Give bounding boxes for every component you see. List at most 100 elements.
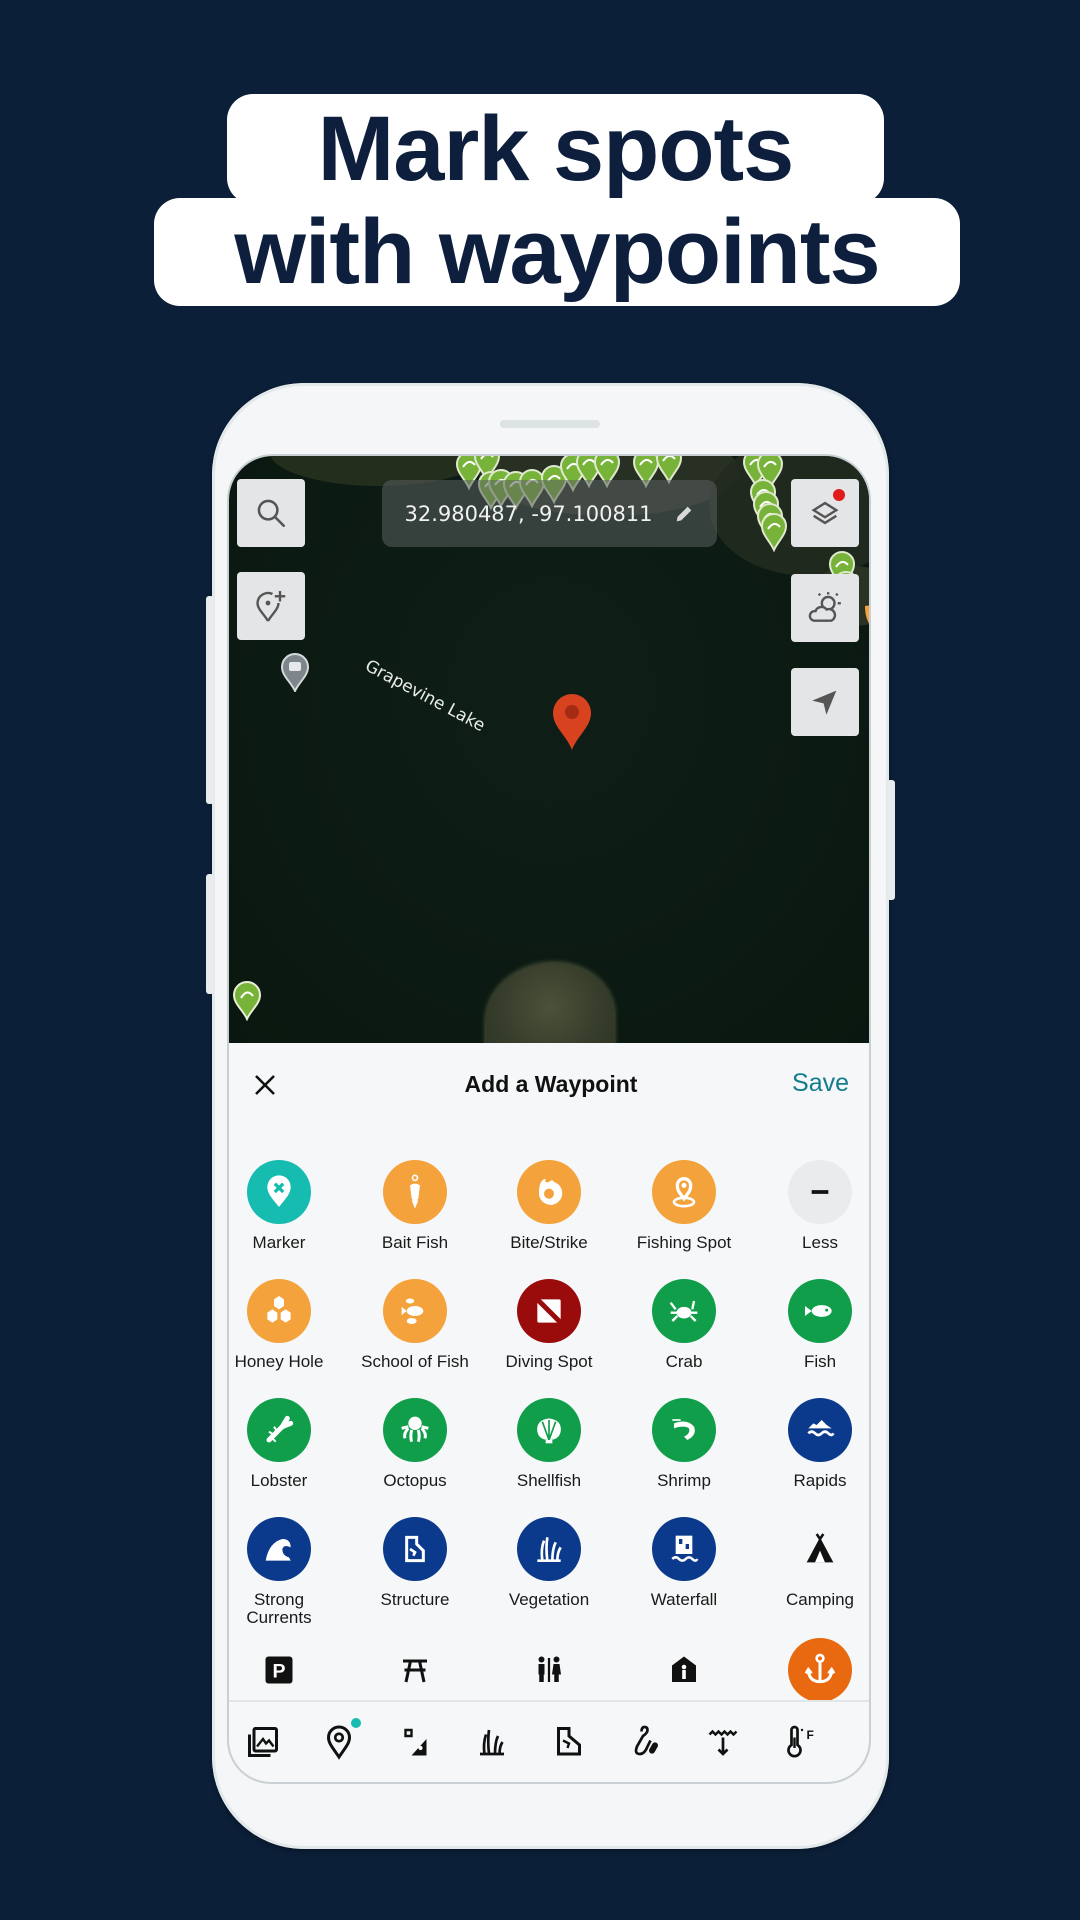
category-label: Lobster <box>250 1471 308 1490</box>
category-crab[interactable]: Crab <box>616 1279 752 1371</box>
app-screen: Grapevine Lake 32.980487, -97.100811 Add… <box>227 454 871 1784</box>
category-icon-circle <box>247 1517 311 1581</box>
lobster-icon <box>266 1415 294 1443</box>
temperature-tool-button[interactable]: F <box>779 1722 819 1762</box>
phone-volume-button <box>206 596 214 804</box>
marker-icon <box>267 1175 291 1207</box>
category-label: Fishing Spot <box>636 1233 732 1252</box>
svg-text:P: P <box>272 1661 285 1683</box>
layers-icon <box>811 501 839 525</box>
map-view[interactable]: Grapevine Lake 32.980487, -97.100811 <box>229 456 871 1043</box>
gray-waypoint-pin[interactable] <box>280 652 310 692</box>
tent-icon <box>806 1533 834 1563</box>
category-shrimp[interactable]: Shrimp <box>616 1398 752 1490</box>
add-waypoint-button[interactable] <box>237 572 305 640</box>
cluster-waypoint-pin[interactable] <box>655 456 683 485</box>
headline-line-1: Mark spots <box>227 94 884 204</box>
coordinates-display[interactable]: 32.980487, -97.100811 <box>382 480 717 547</box>
shelter-amenity-button[interactable] <box>652 1638 716 1702</box>
svg-text:F: F <box>807 1728 814 1742</box>
category-structure[interactable]: Structure <box>347 1517 483 1609</box>
location-pin-tool-button[interactable] <box>319 1718 361 1762</box>
category-less[interactable]: Less <box>752 1160 869 1252</box>
photos-tool-button[interactable] <box>243 1722 283 1762</box>
location-pin-icon <box>326 1725 352 1760</box>
category-icon-circle <box>788 1517 852 1581</box>
category-icon-circle <box>788 1160 852 1224</box>
selected-location-pin[interactable] <box>551 692 593 752</box>
category-fish[interactable]: Fish <box>752 1279 869 1371</box>
toolbar-divider <box>229 1700 869 1702</box>
layers-notification-dot <box>833 489 845 501</box>
save-button[interactable]: Save <box>792 1069 849 1098</box>
category-bait-fish[interactable]: Bait Fish <box>347 1160 483 1252</box>
photos-icon <box>248 1727 278 1757</box>
shrimp-icon <box>672 1419 695 1440</box>
orange-waypoint-pin[interactable] <box>865 605 871 636</box>
layers-button[interactable] <box>791 479 859 547</box>
category-vegetation[interactable]: Vegetation <box>481 1517 617 1609</box>
cluster-waypoint-pin[interactable] <box>760 513 788 553</box>
category-school-of-fish[interactable]: School of Fish <box>347 1279 483 1371</box>
my-location-button[interactable] <box>791 668 859 736</box>
category-octopus[interactable]: Octopus <box>347 1398 483 1490</box>
depth-tool-button[interactable] <box>703 1722 743 1762</box>
category-lobster[interactable]: Lobster <box>229 1398 347 1490</box>
green-waypoint-pin[interactable] <box>232 979 262 1021</box>
category-label: Strong Currents <box>246 1590 312 1627</box>
category-icon-circle <box>788 1398 852 1462</box>
restroom-icon <box>538 1656 561 1682</box>
coordinates-text: 32.980487, -97.100811 <box>404 501 653 526</box>
diving-flag-icon <box>535 1297 563 1325</box>
lure-tool-button[interactable] <box>626 1722 666 1762</box>
honey-hole-icon <box>267 1296 291 1323</box>
category-marker[interactable]: Marker <box>229 1160 347 1252</box>
anchor-amenity-button[interactable] <box>788 1638 852 1702</box>
category-diving-spot[interactable]: Diving Spot <box>481 1279 617 1371</box>
edit-pencil-icon[interactable] <box>673 503 695 525</box>
category-icon-circle <box>652 1398 716 1462</box>
category-label: Shellfish <box>516 1471 582 1490</box>
category-fishing-spot[interactable]: Fishing Spot <box>616 1160 752 1252</box>
bottom-type-tool-button[interactable] <box>396 1722 436 1762</box>
minus-icon <box>811 1190 829 1194</box>
search-icon <box>257 499 286 528</box>
structure-outline-tool-button[interactable] <box>549 1722 589 1762</box>
category-icon-circle <box>652 1517 716 1581</box>
category-label: Less <box>802 1233 838 1252</box>
category-rapids[interactable]: Rapids <box>752 1398 869 1490</box>
category-icon-circle <box>383 1517 447 1581</box>
temperature-icon: F <box>787 1725 814 1758</box>
fish-icon <box>805 1305 832 1317</box>
category-icon-circle <box>652 1160 716 1224</box>
fishing-spot-icon <box>672 1177 696 1208</box>
category-icon-circle <box>247 1398 311 1462</box>
weather-icon <box>808 592 841 622</box>
category-label: Fish <box>803 1352 837 1371</box>
category-label: Waterfall <box>650 1590 718 1609</box>
picnic-table-icon <box>403 1659 427 1683</box>
category-label: Honey Hole <box>234 1352 324 1371</box>
parking-amenity-button[interactable]: P <box>247 1638 311 1702</box>
category-camping[interactable]: Camping <box>752 1517 869 1609</box>
restroom-amenity-button[interactable] <box>517 1638 581 1702</box>
bite-strike-icon <box>538 1178 563 1205</box>
vegetation-outline-tool-button[interactable] <box>472 1722 512 1762</box>
picnic-table-amenity-button[interactable] <box>383 1638 447 1702</box>
category-strong-currents[interactable]: Strong Currents <box>229 1517 347 1627</box>
category-label: Marker <box>252 1233 306 1252</box>
category-shellfish[interactable]: Shellfish <box>481 1398 617 1490</box>
category-icon-circle <box>517 1279 581 1343</box>
category-label: Crab <box>665 1352 703 1371</box>
category-waterfall[interactable]: Waterfall <box>616 1517 752 1609</box>
weather-button[interactable] <box>791 574 859 642</box>
category-bite-strike[interactable]: Bite/Strike <box>481 1160 617 1252</box>
headline-text-1: Mark spots <box>317 97 795 200</box>
phone-power-button <box>887 780 895 900</box>
category-honey-hole[interactable]: Honey Hole <box>229 1279 347 1371</box>
category-label: Diving Spot <box>505 1352 593 1371</box>
category-icon-circle <box>383 1279 447 1343</box>
category-label: Rapids <box>793 1471 847 1490</box>
category-label: Structure <box>380 1590 450 1609</box>
search-button[interactable] <box>237 479 305 547</box>
